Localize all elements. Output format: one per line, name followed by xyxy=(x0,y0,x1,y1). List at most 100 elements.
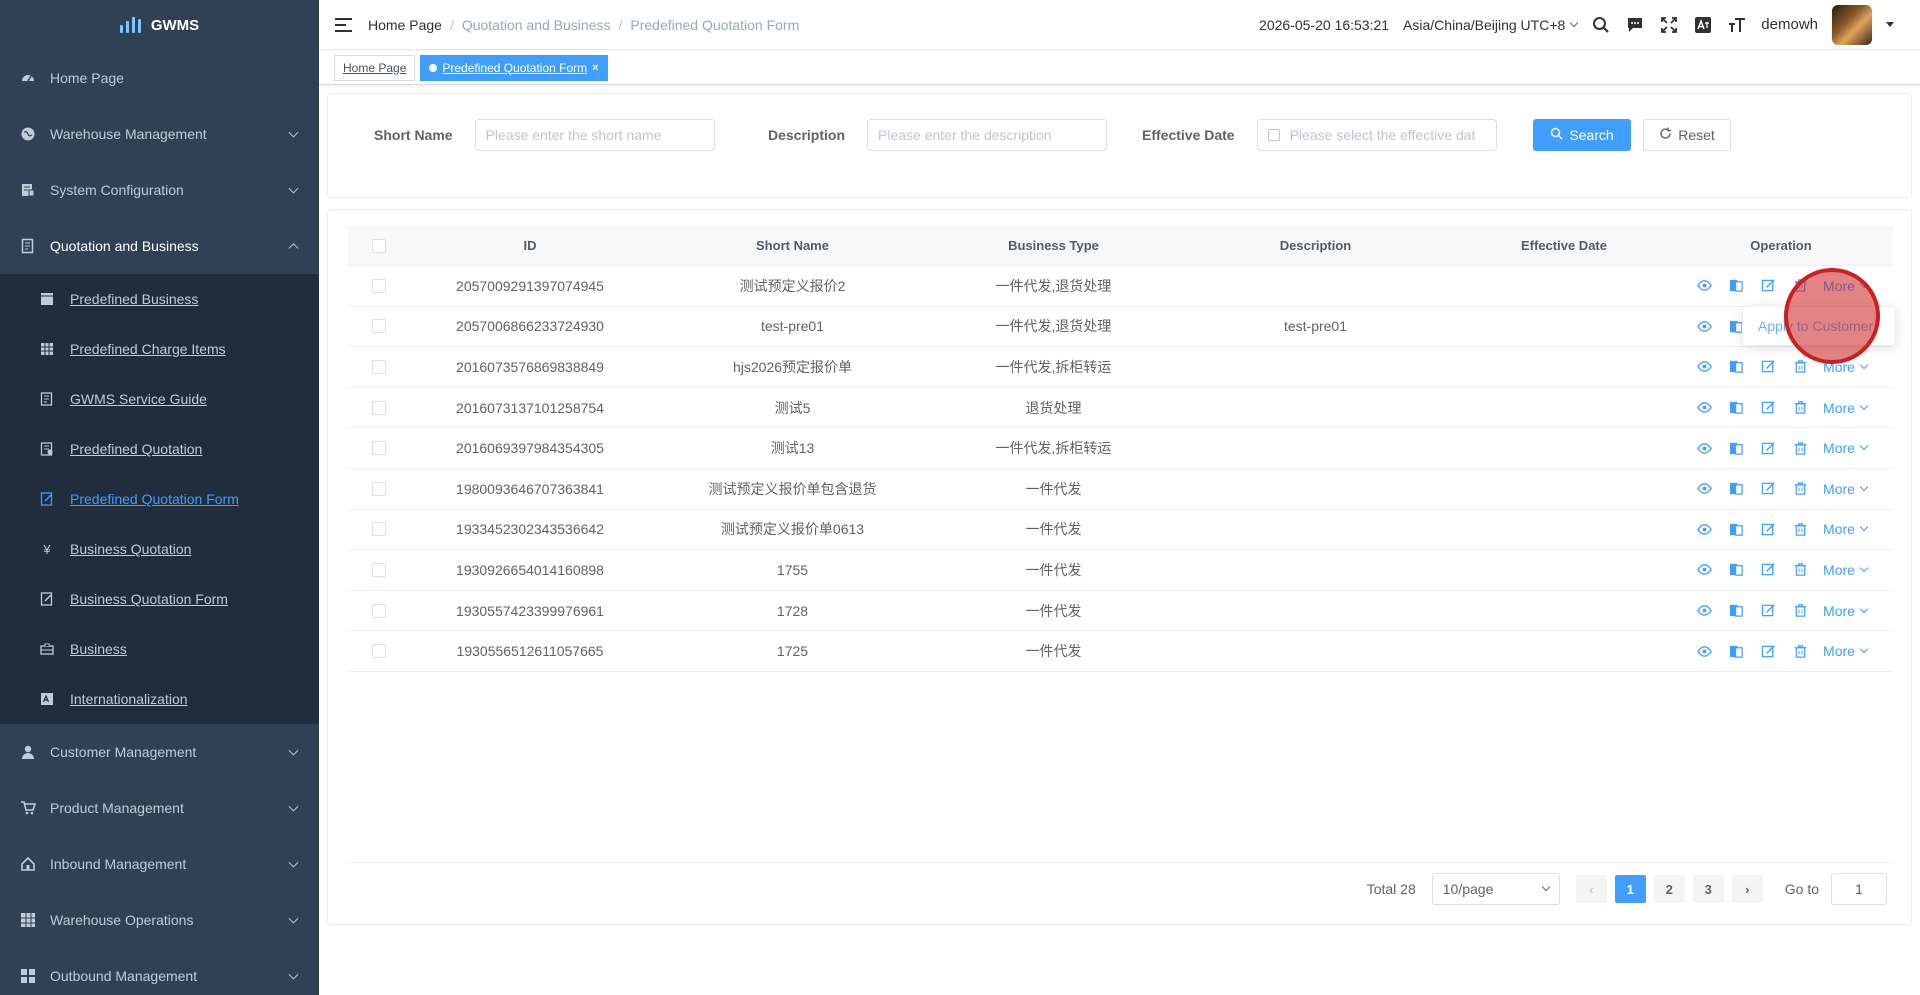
menu-outbound-management[interactable]: Outbound Management xyxy=(0,948,319,995)
view-icon[interactable] xyxy=(1695,642,1713,660)
edit-icon[interactable] xyxy=(1759,399,1777,417)
view-icon[interactable] xyxy=(1695,480,1713,498)
sub-item-predefined-quotation[interactable]: Predefined Quotation xyxy=(0,424,319,474)
row-checkbox[interactable] xyxy=(372,522,386,537)
row-checkbox[interactable] xyxy=(372,319,386,334)
view-icon[interactable] xyxy=(1695,399,1713,417)
row-checkbox[interactable] xyxy=(372,441,386,456)
menu-warehouse-management[interactable]: Warehouse Management xyxy=(0,106,319,162)
sub-item-predefined-charge-items[interactable]: Predefined Charge Items xyxy=(0,324,319,374)
copy-icon[interactable] xyxy=(1727,602,1745,620)
more-dropdown-button[interactable]: More xyxy=(1823,400,1869,416)
next-page-button[interactable]: › xyxy=(1731,875,1763,903)
copy-icon[interactable] xyxy=(1727,480,1745,498)
row-checkbox[interactable] xyxy=(372,603,386,618)
copy-icon[interactable] xyxy=(1727,642,1745,660)
sub-item-internationalization[interactable]: Internationalization xyxy=(0,674,319,724)
copy-icon[interactable] xyxy=(1727,399,1745,417)
menu-warehouse-operations[interactable]: Warehouse Operations xyxy=(0,892,319,948)
edit-icon[interactable] xyxy=(1759,439,1777,457)
view-icon[interactable] xyxy=(1695,317,1713,335)
font-size-icon[interactable] xyxy=(1727,15,1747,35)
copy-icon[interactable] xyxy=(1727,520,1745,538)
delete-icon[interactable] xyxy=(1791,439,1809,457)
view-icon[interactable] xyxy=(1695,358,1713,376)
search-icon[interactable] xyxy=(1591,15,1611,35)
breadcrumb-item[interactable]: Home Page xyxy=(368,17,442,33)
timezone-select[interactable]: Asia/China/Beijing UTC+8 xyxy=(1403,17,1579,33)
view-icon[interactable] xyxy=(1695,602,1713,620)
edit-icon[interactable] xyxy=(1759,561,1777,579)
row-checkbox[interactable] xyxy=(372,400,386,415)
delete-icon[interactable] xyxy=(1791,520,1809,538)
sub-item-business-quotation-form[interactable]: Business Quotation Form xyxy=(0,574,319,624)
menu-customer-management[interactable]: Customer Management xyxy=(0,724,319,780)
caret-down-icon[interactable] xyxy=(1886,22,1894,27)
short-name-input[interactable]: Please enter the short name xyxy=(474,119,715,151)
page-3-button[interactable]: 3 xyxy=(1692,875,1724,903)
close-icon[interactable]: × xyxy=(592,62,598,74)
fullscreen-icon[interactable] xyxy=(1659,15,1679,35)
tag-home-page[interactable]: Home Page xyxy=(334,54,416,81)
more-dropdown-button[interactable]: More xyxy=(1823,562,1869,578)
goto-page-input[interactable]: 1 xyxy=(1831,873,1887,905)
sub-item-predefined-business[interactable]: Predefined Business xyxy=(0,274,319,324)
username[interactable]: demowh xyxy=(1761,16,1818,33)
logo[interactable]: GWMS xyxy=(0,0,319,50)
view-icon[interactable] xyxy=(1695,439,1713,457)
select-all-checkbox[interactable] xyxy=(372,238,386,253)
row-checkbox[interactable] xyxy=(372,278,386,293)
hamburger-icon[interactable] xyxy=(335,17,352,32)
page-1-button[interactable]: 1 xyxy=(1614,875,1646,903)
description-input[interactable]: Please enter the description xyxy=(867,119,1108,151)
language-switch-icon[interactable] xyxy=(1693,15,1713,35)
delete-icon[interactable] xyxy=(1791,561,1809,579)
reset-button[interactable]: Reset xyxy=(1643,119,1731,151)
view-icon[interactable] xyxy=(1695,277,1713,295)
edit-icon[interactable] xyxy=(1759,277,1777,295)
more-dropdown-button[interactable]: More xyxy=(1823,603,1869,619)
delete-icon[interactable] xyxy=(1791,399,1809,417)
avatar[interactable] xyxy=(1832,4,1872,45)
menu-quotation-and-business[interactable]: Quotation and Business xyxy=(0,218,319,274)
page-2-button[interactable]: 2 xyxy=(1653,875,1685,903)
row-checkbox[interactable] xyxy=(372,644,386,659)
delete-icon[interactable] xyxy=(1791,642,1809,660)
edit-icon[interactable] xyxy=(1759,480,1777,498)
delete-icon[interactable] xyxy=(1791,480,1809,498)
delete-icon[interactable] xyxy=(1791,602,1809,620)
row-checkbox[interactable] xyxy=(372,562,386,577)
more-dropdown-button[interactable]: More xyxy=(1823,643,1869,659)
copy-icon[interactable] xyxy=(1727,277,1745,295)
sub-item-business[interactable]: Business xyxy=(0,624,319,674)
sub-item-predefined-quotation-form[interactable]: Predefined Quotation Form xyxy=(0,474,319,524)
more-dropdown-button[interactable]: More xyxy=(1823,521,1869,537)
more-dropdown-button[interactable]: More xyxy=(1823,440,1869,456)
effective-date-picker[interactable]: Please select the effective dat xyxy=(1256,119,1497,151)
sub-item-business-quotation[interactable]: ¥ Business Quotation xyxy=(0,524,319,574)
more-dropdown-button[interactable]: More xyxy=(1823,481,1869,497)
search-button[interactable]: Search xyxy=(1533,119,1631,151)
edit-icon[interactable] xyxy=(1759,602,1777,620)
view-icon[interactable] xyxy=(1695,561,1713,579)
menu-system-configuration[interactable]: System Configuration xyxy=(0,162,319,218)
copy-icon[interactable] xyxy=(1727,439,1745,457)
copy-icon[interactable] xyxy=(1727,358,1745,376)
edit-icon[interactable] xyxy=(1759,642,1777,660)
edit-icon[interactable] xyxy=(1759,520,1777,538)
menu-home-page[interactable]: Home Page xyxy=(0,50,319,106)
view-icon[interactable] xyxy=(1695,520,1713,538)
row-checkbox[interactable] xyxy=(372,359,386,374)
tag-predefined-quotation-form[interactable]: Predefined Quotation Form × xyxy=(420,54,608,81)
edit-icon[interactable] xyxy=(1759,358,1777,376)
copy-icon[interactable] xyxy=(1727,561,1745,579)
delete-icon[interactable] xyxy=(1791,358,1809,376)
message-icon[interactable] xyxy=(1625,15,1645,35)
menu-product-management[interactable]: Product Management xyxy=(0,780,319,836)
cell-operation: More xyxy=(1669,561,1893,579)
sub-item-gwms-service-guide[interactable]: GWMS Service Guide xyxy=(0,374,319,424)
row-checkbox[interactable] xyxy=(372,481,386,496)
page-size-select[interactable]: 10/page xyxy=(1431,873,1560,905)
prev-page-button[interactable]: ‹ xyxy=(1575,875,1607,903)
menu-inbound-management[interactable]: Inbound Management xyxy=(0,836,319,892)
